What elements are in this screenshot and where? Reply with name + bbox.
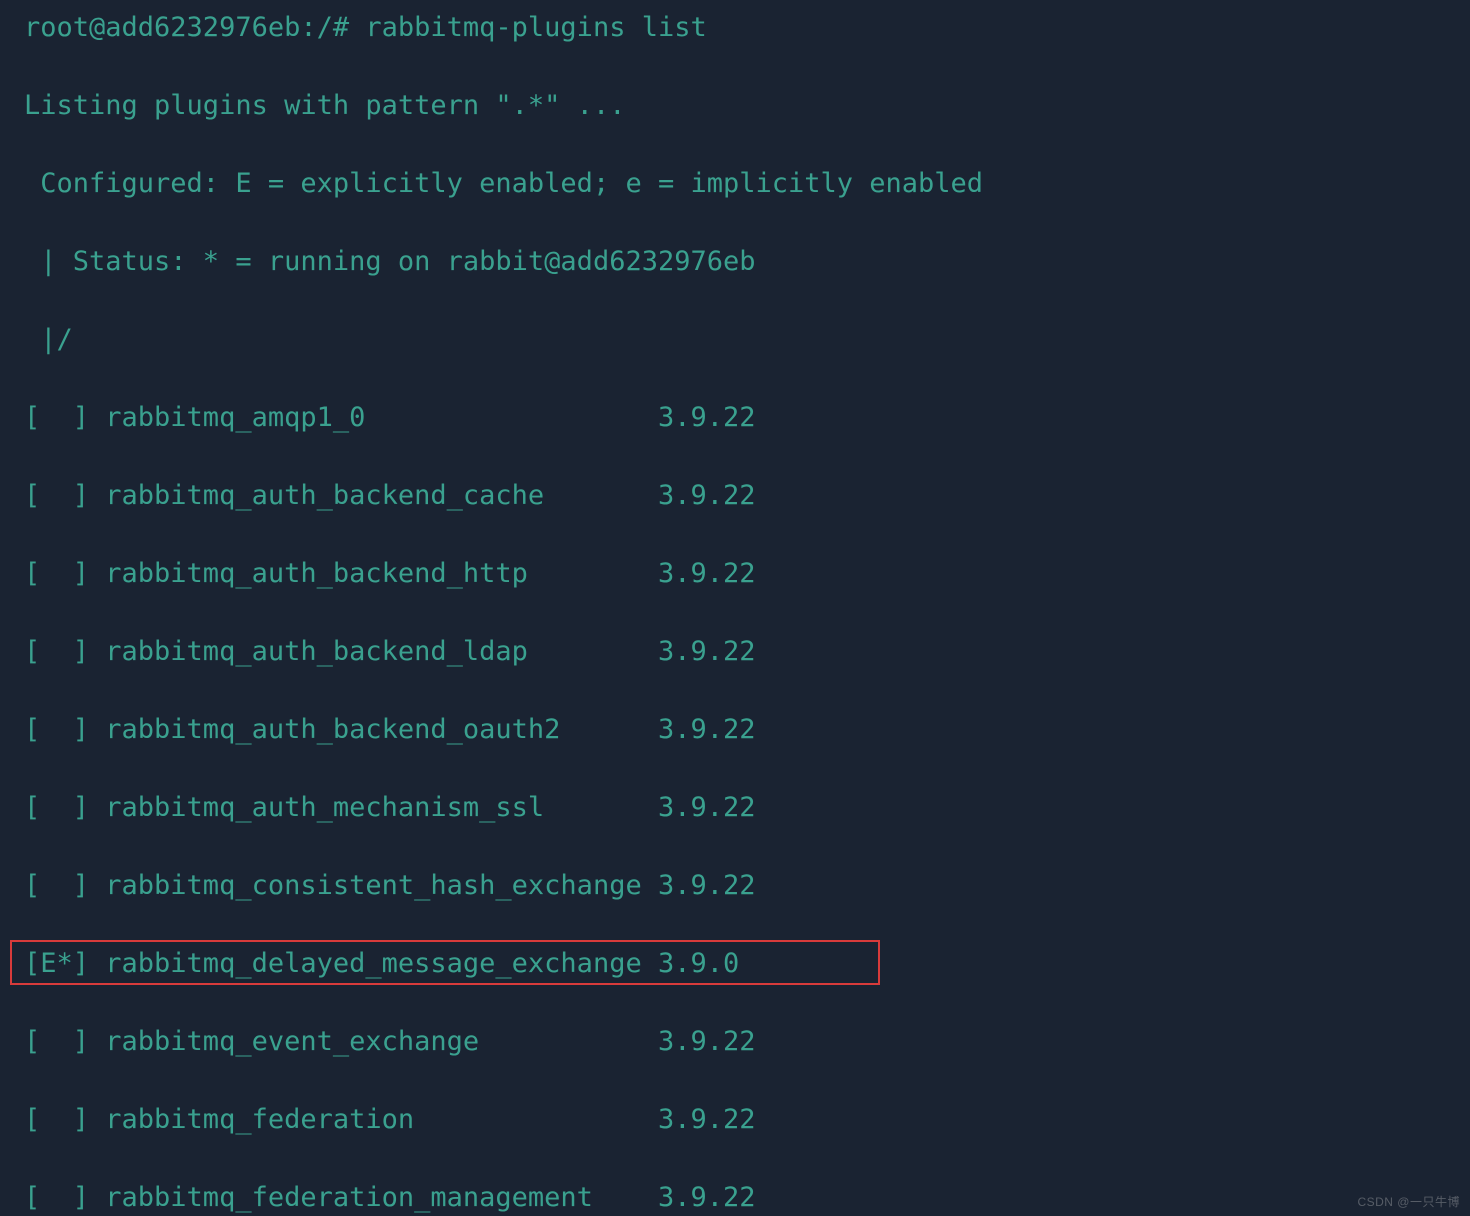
plugin-row: [ ] rabbitmq_federation 3.9.22 xyxy=(0,1100,1470,1139)
terminal-output: root@add6232976eb:/# rabbitmq-plugins li… xyxy=(0,0,1470,1216)
plugin-row: [ ] rabbitmq_auth_backend_http 3.9.22 xyxy=(0,554,1470,593)
plugin-row: [ ] rabbitmq_auth_backend_ldap 3.9.22 xyxy=(0,632,1470,671)
plugin-row: [ ] rabbitmq_event_exchange 3.9.22 xyxy=(0,1022,1470,1061)
plugin-row: [ ] rabbitmq_auth_backend_oauth2 3.9.22 xyxy=(0,710,1470,749)
plugin-row: [ ] rabbitmq_federation_management 3.9.2… xyxy=(0,1178,1470,1216)
plugin-row: [ ] rabbitmq_amqp1_0 3.9.22 xyxy=(0,398,1470,437)
listing-header: Listing plugins with pattern ".*" ... xyxy=(0,86,1470,125)
plugin-row: [ ] rabbitmq_auth_backend_cache 3.9.22 xyxy=(0,476,1470,515)
status-legend: | Status: * = running on rabbit@add62329… xyxy=(0,242,1470,281)
legend-divider: |/ xyxy=(0,320,1470,359)
plugin-row: [ ] rabbitmq_consistent_hash_exchange 3.… xyxy=(0,866,1470,905)
plugin-row: [ ] rabbitmq_auth_mechanism_ssl 3.9.22 xyxy=(0,788,1470,827)
configured-legend: Configured: E = explicitly enabled; e = … xyxy=(0,164,1470,203)
command-prompt-line: root@add6232976eb:/# rabbitmq-plugins li… xyxy=(0,8,1470,47)
plugin-row: [E*] rabbitmq_delayed_message_exchange 3… xyxy=(0,944,1470,983)
watermark-text: CSDN @一只牛博 xyxy=(1357,1193,1460,1210)
